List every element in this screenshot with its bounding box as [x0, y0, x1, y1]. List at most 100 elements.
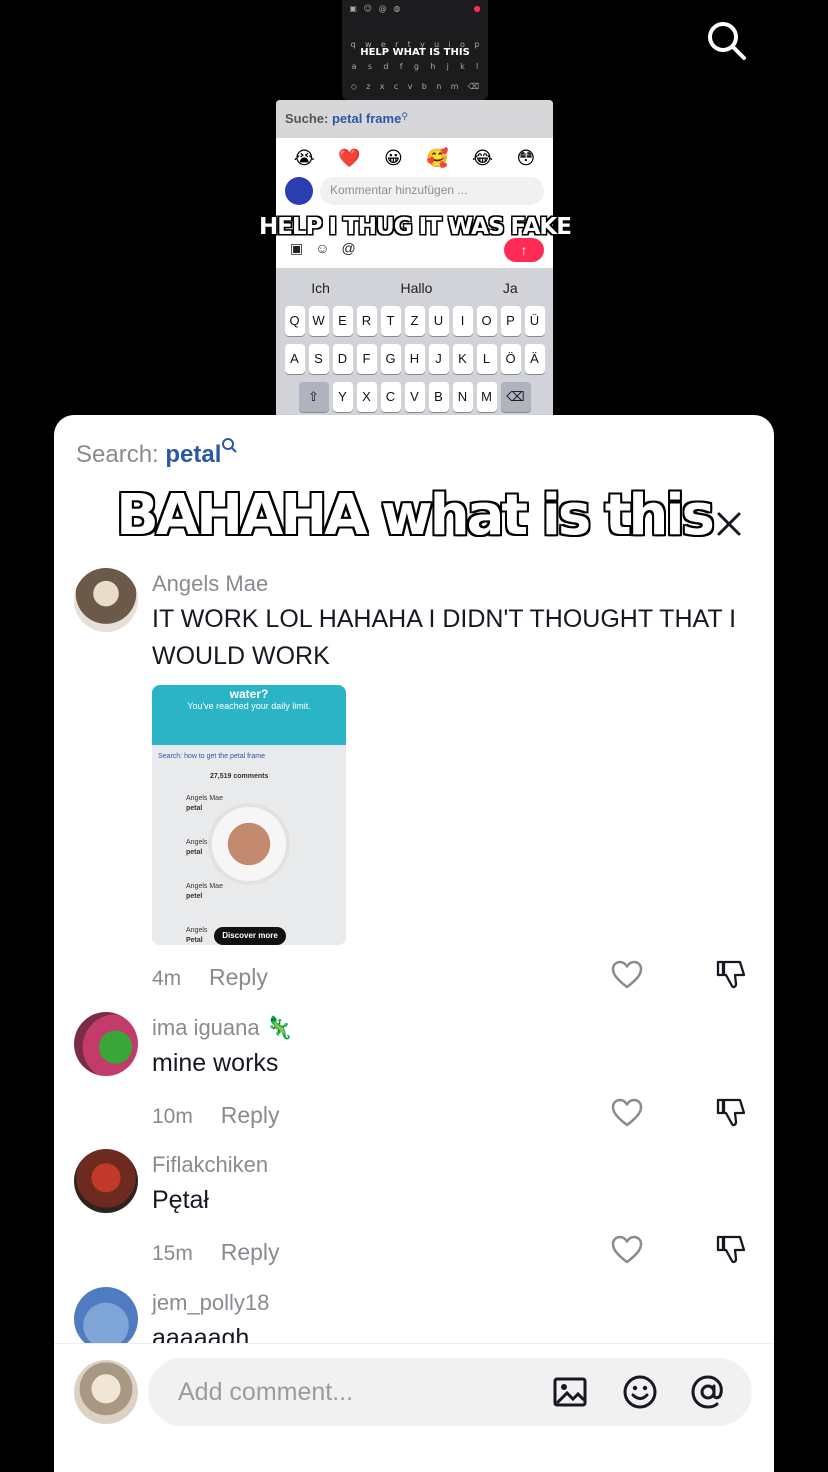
- mid-input-row: Kommentar hinzufügen ...: [276, 175, 553, 211]
- comment-time: 4m: [152, 967, 182, 990]
- key: O: [476, 306, 497, 336]
- key: T: [380, 306, 401, 336]
- key: D: [332, 344, 353, 374]
- emoji-heart-icon: ❤️: [338, 148, 361, 168]
- search-query-link[interactable]: petal: [165, 441, 221, 468]
- key: K: [452, 344, 473, 374]
- key: Ä: [524, 344, 545, 374]
- username-text: ima iguana: [152, 1015, 260, 1040]
- close-icon[interactable]: [714, 509, 744, 539]
- comment-text: mine works: [152, 1049, 279, 1077]
- caption-overlay-title: BAHAHA what is this: [116, 483, 715, 548]
- key: P: [500, 306, 521, 336]
- dislike-icon[interactable]: [714, 1096, 748, 1130]
- lizard-emoji-icon: 🦎: [265, 1015, 294, 1040]
- suggestion: Hallo: [400, 280, 433, 296]
- comment-text: IT WORK LOL HAHAHA I DIDN'T THOUGHT THAT…: [152, 605, 737, 670]
- at-icon: @: [341, 240, 356, 256]
- heart-icon[interactable]: [610, 1233, 644, 1267]
- emoji-row: 😭 ❤️ 😀 🥰 😂 😳: [276, 138, 553, 175]
- comment-meta: 10m Reply: [152, 1102, 280, 1129]
- comment-composer: Add comment...: [54, 1343, 774, 1472]
- dislike-icon[interactable]: [714, 958, 748, 992]
- heart-icon[interactable]: [610, 1096, 644, 1130]
- shift-icon: ◇: [350, 82, 357, 91]
- key: V: [404, 382, 425, 412]
- attachment-text: Petal: [186, 937, 203, 944]
- attachment-text: petel: [186, 893, 203, 900]
- mid-search-prefix: Suche:: [285, 111, 329, 126]
- comment-username[interactable]: ima iguana 🦎: [152, 1015, 293, 1041]
- reply-button[interactable]: Reply: [221, 1102, 280, 1128]
- key: I: [452, 306, 473, 336]
- sticker-icon: ◍: [393, 4, 401, 13]
- suggestion: Ja: [502, 280, 518, 296]
- key: J: [428, 344, 449, 374]
- heart-icon[interactable]: [610, 958, 644, 992]
- reply-button[interactable]: Reply: [209, 964, 268, 990]
- mid-search-query: petal frame: [331, 111, 402, 126]
- key: G: [380, 344, 401, 374]
- image-icon: ▣: [349, 4, 357, 13]
- attachment-subtitle: You've reached your daily limit.: [187, 701, 311, 711]
- key: Y: [332, 382, 353, 412]
- avatar[interactable]: [74, 1149, 138, 1213]
- suggestion: Ich: [311, 280, 330, 296]
- key: W: [308, 306, 329, 336]
- at-icon: @: [378, 4, 387, 13]
- comment-image-attachment[interactable]: water? You've reached your daily limit. …: [152, 685, 346, 945]
- my-avatar: [74, 1360, 138, 1424]
- avatar[interactable]: [74, 568, 138, 632]
- comment-username[interactable]: Angels Mae: [152, 571, 268, 597]
- discover-more-button: Discover more: [214, 927, 286, 945]
- mid-tools: ▣ ☺ @: [290, 240, 356, 257]
- dislike-icon[interactable]: [714, 1233, 748, 1267]
- avatar[interactable]: [74, 1287, 138, 1351]
- emoji-love-icon: 🥰: [426, 148, 449, 168]
- attachment-search: Search: how to get the petal frame: [158, 753, 266, 760]
- mini-key: k: [460, 62, 465, 71]
- attachment-title: water?: [229, 687, 269, 701]
- search-small-icon: [222, 438, 238, 453]
- attachment-comments: Search: how to get the petal frame 27,51…: [152, 745, 346, 945]
- mini-key: z: [366, 82, 371, 91]
- petal-frame-face-image: [212, 807, 286, 881]
- mini-key: m: [450, 82, 459, 91]
- avatar[interactable]: [74, 1012, 138, 1076]
- add-comment-placeholder: Add comment...: [178, 1378, 354, 1406]
- image-icon[interactable]: [552, 1374, 588, 1410]
- key: A: [284, 344, 305, 374]
- key: R: [356, 306, 377, 336]
- search-suggestion[interactable]: Search: petal: [76, 438, 238, 469]
- key: M: [476, 382, 497, 412]
- comment-username[interactable]: Fiflakchiken: [152, 1152, 268, 1178]
- mid-comment-input: Kommentar hinzufügen ...: [320, 177, 544, 205]
- backspace-icon: ⌫: [467, 82, 480, 91]
- key: H: [404, 344, 425, 374]
- key: E: [332, 306, 353, 336]
- reply-button[interactable]: Reply: [221, 1239, 280, 1265]
- mention-icon[interactable]: [690, 1374, 726, 1410]
- key: S: [308, 344, 329, 374]
- comment-username[interactable]: jem_polly18: [152, 1290, 269, 1316]
- key: Q: [284, 306, 305, 336]
- emoji-laugh-icon: 😂: [472, 148, 494, 168]
- mini-key: b: [421, 82, 427, 91]
- add-comment-input[interactable]: Add comment...: [148, 1358, 752, 1426]
- emoji-icon[interactable]: [622, 1374, 658, 1410]
- attachment-user: Angels: [186, 927, 208, 934]
- mini-icon-row: ▣ ☺ @ ◍ ●: [342, 4, 488, 13]
- smile-icon: ☺: [363, 4, 372, 13]
- mini-key: g: [413, 62, 419, 71]
- backspace-key-icon: ⌫: [500, 382, 531, 412]
- mid-keyboard: Ich Hallo Ja Q W E R T Z U I O P Ü A S D…: [276, 268, 553, 416]
- background-mini-keyboard: ▣ ☺ @ ◍ ● q w e r t y u i o p HELP WHAT IS T…: [342, 0, 488, 100]
- mini-row-3: ◇ z x c v b n m ⌫: [342, 82, 488, 91]
- comment-text: Pętał: [152, 1186, 209, 1214]
- caption-overlay: HELP I THUG IT WAS FAKE: [259, 214, 572, 240]
- mini-key: d: [383, 62, 389, 71]
- mini-key: h: [430, 62, 436, 71]
- attachment-header: water? You've reached your daily limit.: [152, 685, 346, 745]
- mini-key: n: [436, 82, 442, 91]
- search-icon[interactable]: [704, 18, 748, 62]
